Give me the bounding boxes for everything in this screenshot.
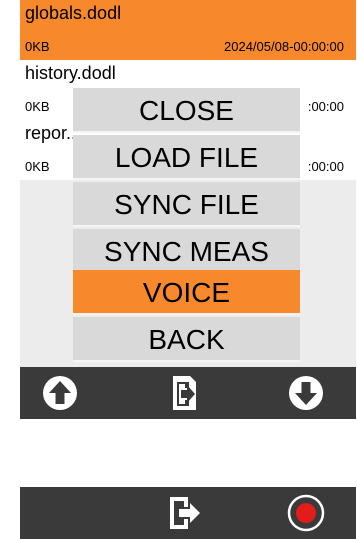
file-name: globals.dodl: [25, 3, 122, 23]
file-row[interactable]: globals.dodl 0KB 2024/05/08-00:00:00: [20, 0, 356, 60]
menu-item-close[interactable]: CLOSE: [73, 88, 300, 133]
arrow-down-circle-icon[interactable]: [286, 373, 326, 413]
menu-item-back[interactable]: BACK: [73, 317, 300, 362]
bottom-toolbar: [20, 487, 356, 539]
menu-item-sync-meas[interactable]: SYNC MEAS: [73, 229, 300, 274]
arrow-up-circle-icon[interactable]: [40, 373, 80, 413]
file-import-icon[interactable]: [164, 373, 204, 413]
file-date: 2024/05/08-00:00:00: [224, 39, 344, 54]
file-date: :00:00: [307, 99, 344, 114]
file-list: globals.dodl 0KB 2024/05/08-00:00:00 his…: [20, 0, 356, 174]
record-icon[interactable]: [286, 493, 326, 533]
file-size: 0KB: [25, 39, 50, 54]
menu-item-load-file[interactable]: LOAD FILE: [73, 135, 300, 180]
file-size: 0KB: [25, 99, 50, 114]
file-size: 0KB: [25, 159, 50, 174]
menu-item-voice[interactable]: VOICE: [73, 270, 300, 315]
exit-icon[interactable]: [164, 493, 204, 533]
file-date: :00:00: [307, 159, 344, 174]
navigation-toolbar: [20, 367, 356, 419]
file-name: history.dodl: [25, 63, 116, 83]
menu-item-sync-file[interactable]: SYNC FILE: [73, 182, 300, 227]
